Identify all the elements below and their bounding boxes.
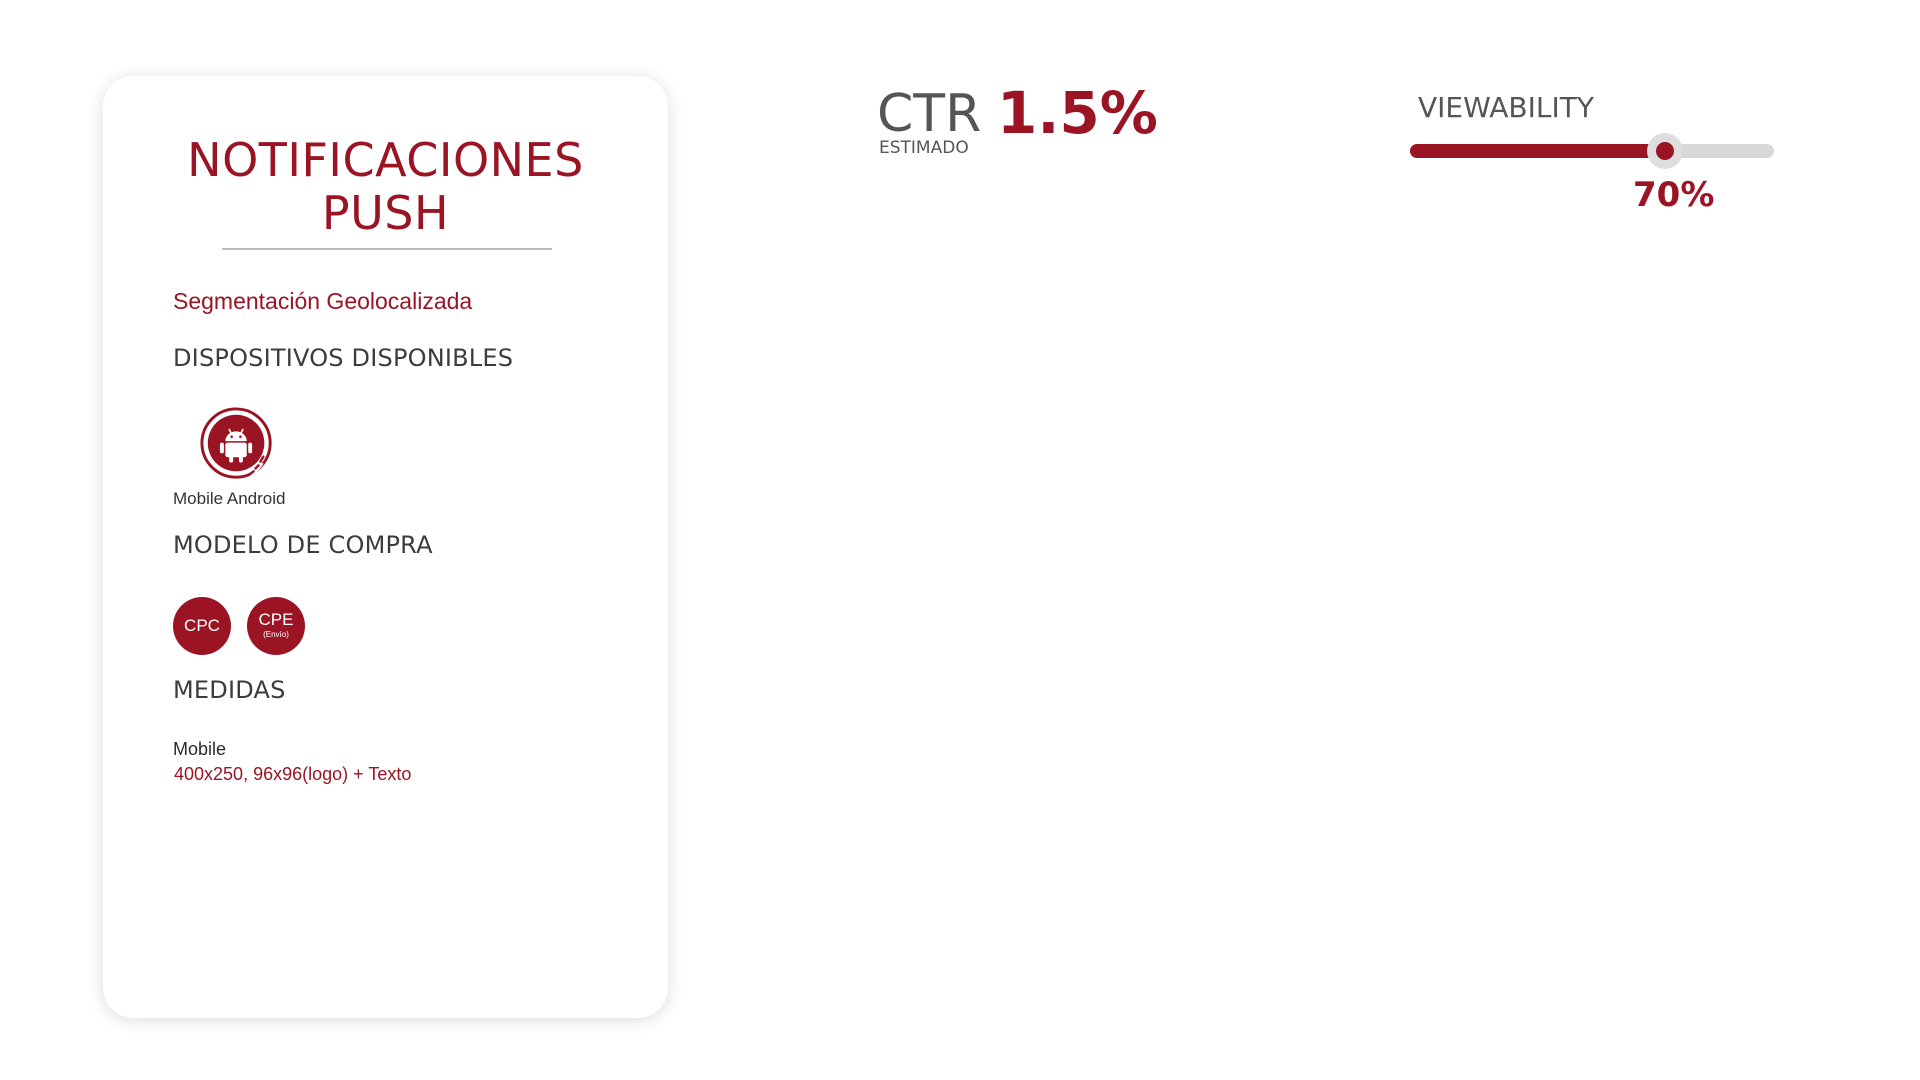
badge-label: CPE [258, 610, 294, 629]
viewability-label: VIEWABILITY [1418, 91, 1594, 124]
card-title: NOTIFICACIONES PUSH [103, 134, 668, 240]
viewability-bar-fill [1410, 144, 1665, 158]
viewability-value: 70% [1633, 175, 1715, 215]
measures-heading: MEDIDAS [173, 676, 286, 704]
ctr-sublabel: ESTIMADO [879, 138, 969, 158]
badge-sublabel: (Envío) [263, 630, 289, 639]
purchase-model-heading: MODELO DE COMPRA [173, 531, 433, 559]
measure-platform: Mobile [173, 739, 227, 759]
card-title-line-2: PUSH [321, 186, 450, 240]
purchase-badge-cpe: CPE (Envío) [247, 597, 305, 655]
segmentation-label: Segmentación Geolocalizada [173, 288, 473, 314]
viewability-bar-track [1410, 133, 1774, 169]
measure-sizes: 400x250, 96x96(logo) + Texto [174, 764, 412, 784]
ctr-value: 1.5% [997, 79, 1158, 147]
ctr-label: CTR [877, 84, 982, 144]
card-title-line-1: NOTIFICACIONES [187, 133, 584, 187]
viewability-bar-thumb [1646, 133, 1683, 169]
badge-label: CPC [184, 616, 220, 635]
device-label: Mobile Android [173, 489, 286, 508]
title-divider [222, 248, 552, 250]
devices-heading: DISPOSITIVOS DISPONIBLES [173, 344, 514, 372]
android-icon [200, 407, 272, 479]
product-card: NOTIFICACIONES PUSH Segmentación Geoloca… [103, 76, 668, 1018]
purchase-badge-cpc: CPC [173, 597, 231, 655]
